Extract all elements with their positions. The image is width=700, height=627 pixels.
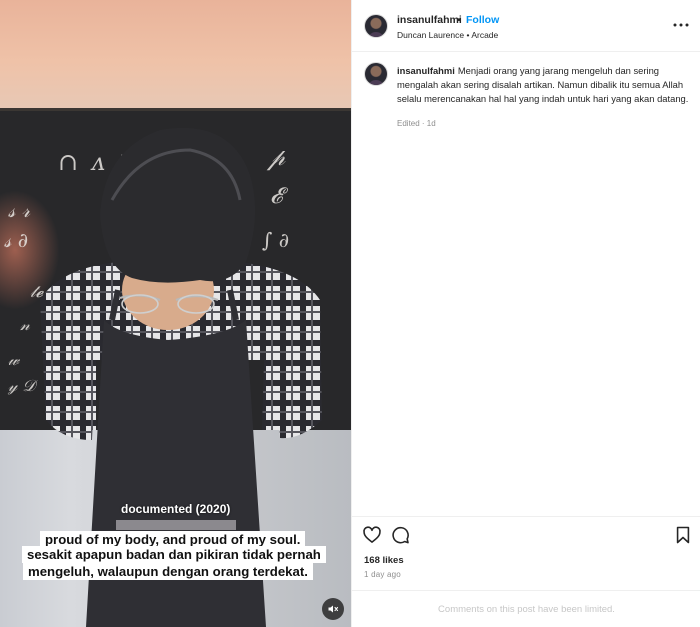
audio-attribution[interactable]: Duncan Laurence • Arcade bbox=[397, 30, 498, 40]
muted-speaker-icon bbox=[328, 605, 339, 613]
avatar[interactable] bbox=[364, 62, 388, 86]
caption-meta: Edited · 1d bbox=[397, 119, 436, 128]
action-bar: 168 likes 1 day ago Comments on this pos… bbox=[352, 516, 700, 627]
mute-button[interactable] bbox=[322, 598, 344, 620]
video-date-tag: documented (2020) bbox=[121, 502, 231, 516]
bookmark-icon[interactable] bbox=[673, 525, 693, 545]
separator-dot: • bbox=[457, 14, 461, 26]
more-horizontal-icon[interactable] bbox=[672, 18, 690, 32]
post-caption: insanulfahmi Menjadi orang yang jarang me… bbox=[397, 64, 693, 106]
video-caption-line: sesakit apapun badan dan pikiran tidak p… bbox=[22, 546, 326, 563]
like-count[interactable]: 168 likes bbox=[364, 555, 404, 566]
post-side-panel: insanulfahmi • Follow Duncan Laurence • … bbox=[351, 0, 700, 627]
avatar[interactable] bbox=[364, 14, 388, 38]
comments-limited-notice: Comments on this post have been limited. bbox=[352, 590, 700, 627]
follow-button[interactable]: Follow bbox=[466, 14, 499, 26]
post-timestamp[interactable]: 1 day ago bbox=[364, 570, 401, 579]
video-caption-line: mengeluh, walaupun dengan orang terdekat… bbox=[23, 563, 313, 580]
author-username[interactable]: insanulfahmi bbox=[397, 14, 462, 26]
post-video[interactable]: ∩ ᴧ ⊓ ∩ 𝓅 𝓔 𝓈 𝓇 ∫ ∂ 𝓈 ∂ 𝓉𝓮 𝓃 𝓌 𝓎 𝒟 bbox=[0, 0, 351, 627]
caption-username[interactable]: insanulfahmi bbox=[397, 65, 455, 76]
comment-icon[interactable] bbox=[390, 525, 410, 545]
post-header: insanulfahmi • Follow Duncan Laurence • … bbox=[352, 0, 700, 52]
heart-icon[interactable] bbox=[362, 525, 382, 545]
